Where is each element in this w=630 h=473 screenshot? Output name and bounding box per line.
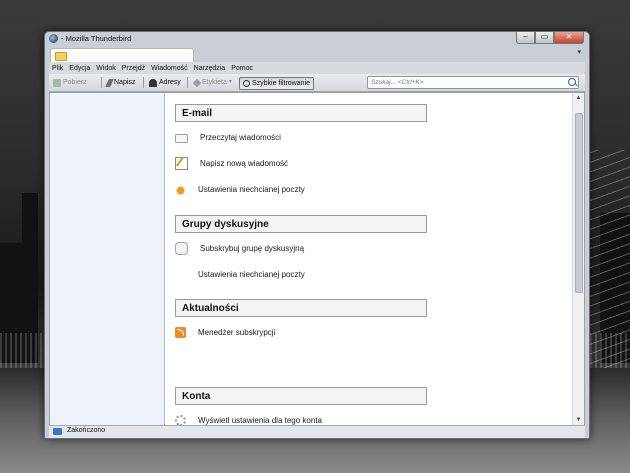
status-text: Zakończono xyxy=(67,427,106,434)
get-mail-label: Pobierz xyxy=(63,79,87,86)
gear-icon xyxy=(175,414,186,425)
address-book-button[interactable]: Adresy xyxy=(149,77,181,88)
thunderbird-window: - Mozilla Thunderbird – ▭ ✕ ▾ Plik Edycj… xyxy=(44,31,590,439)
search-input[interactable] xyxy=(371,77,561,88)
content-scrollbar[interactable]: ▲ ▼ xyxy=(572,93,584,425)
download-icon xyxy=(53,78,61,87)
scroll-down-icon[interactable]: ▼ xyxy=(573,415,584,425)
title-bar[interactable]: - Mozilla Thunderbird – ▭ ✕ xyxy=(45,32,589,46)
read-messages-label: Przeczytaj wiadomości xyxy=(200,132,281,142)
contacts-icon xyxy=(149,78,157,87)
tag-icon xyxy=(192,78,202,87)
address-book-label: Adresy xyxy=(159,79,181,86)
scrollbar-thumb[interactable] xyxy=(575,113,583,293)
menu-view[interactable]: Widok xyxy=(96,65,115,72)
folder-pane[interactable] xyxy=(50,93,165,425)
window-title: - Mozilla Thunderbird xyxy=(61,34,132,43)
compose-icon xyxy=(175,156,188,170)
envelope-icon xyxy=(175,133,188,143)
write-button[interactable]: Napisz xyxy=(105,77,136,88)
subscribe-newsgroup-label: Subskrybuj grupę dyskusyjną xyxy=(200,243,305,253)
write-message-link[interactable]: Napisz nową wiadomość xyxy=(175,156,289,170)
search-icon[interactable] xyxy=(568,78,576,86)
quick-filter-button[interactable]: Szybkie filtrowanie xyxy=(239,77,314,90)
subscriptions-manager-label: Menedżer subskrypcji xyxy=(198,327,276,337)
junk-settings-link[interactable]: Ustawienia niechcianej poczty xyxy=(175,183,305,195)
subscribe-newsgroup-link[interactable]: Subskrybuj grupę dyskusyjną xyxy=(175,241,305,255)
section-email-header: E-mail xyxy=(175,104,427,122)
view-account-settings-link[interactable]: Wyświetl ustawienia dla tego konta xyxy=(175,414,322,425)
menu-bar: Plik Edycja Widok Przejdź Wiadomość Narz… xyxy=(49,62,585,74)
quick-filter-label: Szybkie filtrowanie xyxy=(252,80,310,87)
filter-search-icon xyxy=(243,80,250,87)
news-junk-settings-label: Ustawienia niechcianej poczty xyxy=(198,269,305,279)
pencil-icon xyxy=(105,78,114,87)
view-account-settings-label: Wyświetl ustawienia dla tego konta xyxy=(198,415,322,425)
search-box[interactable] xyxy=(367,76,579,89)
tab-folder[interactable] xyxy=(50,48,194,63)
section-newsgroups-header: Grupy dyskusyjne xyxy=(175,215,427,233)
section-feeds-header: Aktualności xyxy=(175,299,427,317)
news-junk-settings-link[interactable]: Ustawienia niechcianej poczty xyxy=(175,268,305,280)
scroll-up-icon[interactable]: ▲ xyxy=(573,93,584,103)
junk-settings-label: Ustawienia niechcianej poczty xyxy=(198,184,305,194)
tag-label: Etykieta xyxy=(202,79,227,86)
menu-message[interactable]: Wiadomość xyxy=(151,65,188,72)
tag-dropdown-chevron-icon: ▾ xyxy=(228,79,232,85)
main-area: E-mail Przeczytaj wiadomości Napisz nową… xyxy=(49,92,585,426)
subscriptions-manager-link[interactable]: Menedżer subskrypcji xyxy=(175,326,275,338)
main-toolbar: Pobierz Napisz Adresy Etykieta ▾ Szybkie… xyxy=(49,74,585,92)
menu-file[interactable]: Plik xyxy=(52,65,63,72)
close-button[interactable]: ✕ xyxy=(554,32,584,44)
section-accounts-header: Konta xyxy=(175,387,427,405)
thunderbird-icon xyxy=(49,34,58,43)
menu-edit[interactable]: Edycja xyxy=(69,65,90,72)
minimize-button[interactable]: – xyxy=(516,32,535,44)
blank-icon xyxy=(175,269,186,280)
maximize-button[interactable]: ▭ xyxy=(535,32,554,44)
speech-bubble-icon xyxy=(175,241,188,255)
status-bar: Zakończono xyxy=(49,425,585,438)
tag-button[interactable]: Etykieta ▾ xyxy=(192,77,232,88)
flame-icon xyxy=(175,183,186,195)
get-mail-button[interactable]: Pobierz xyxy=(53,77,87,88)
write-label: Napisz xyxy=(114,79,136,86)
tab-strip: ▾ xyxy=(49,46,585,63)
online-icon[interactable] xyxy=(53,428,62,435)
menu-help[interactable]: Pomoc xyxy=(231,65,253,72)
menu-tools[interactable]: Narzędzia xyxy=(194,65,226,72)
read-messages-link[interactable]: Przeczytaj wiadomości xyxy=(175,131,281,143)
rss-icon xyxy=(175,326,186,338)
tab-list-chevron-icon[interactable]: ▾ xyxy=(577,48,581,56)
menu-go[interactable]: Przejdź xyxy=(122,65,145,72)
folder-icon xyxy=(55,52,67,61)
account-central: E-mail Przeczytaj wiadomości Napisz nową… xyxy=(165,93,572,425)
write-message-label: Napisz nową wiadomość xyxy=(200,158,289,168)
